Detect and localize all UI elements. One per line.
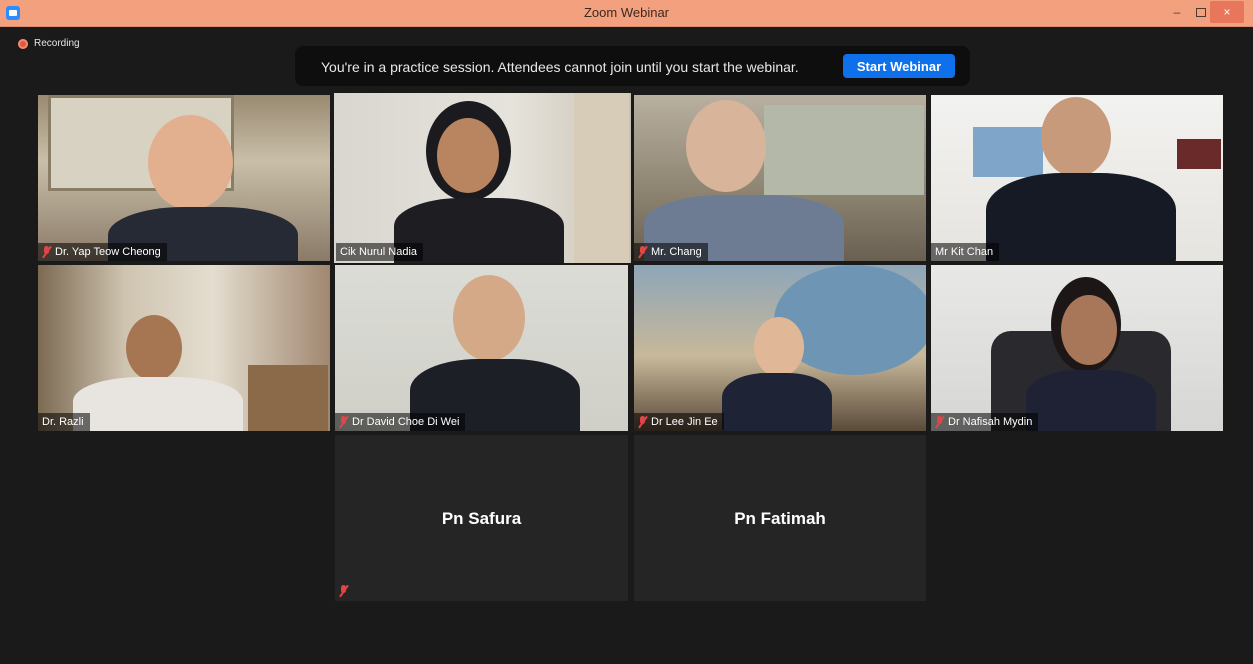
person-head [126,315,182,381]
video-tile-no-video[interactable]: Pn Safura [335,435,628,601]
mic-muted-icon [638,246,647,258]
video-feed [334,93,631,263]
participant-nameplate: Cik Nurul Nadia [336,243,424,261]
participant-name: Dr Lee Jin Ee [651,416,718,428]
practice-session-banner: You're in a practice session. Attendees … [295,46,970,86]
participant-name: Pn Safura [441,509,522,528]
cabinet [248,365,328,431]
video-feed [38,95,330,261]
participant-nameplate: Dr. Razli [38,413,90,431]
participant-nameplate: Dr Lee Jin Ee [634,413,724,431]
painting [764,105,924,195]
video-feed [931,95,1223,261]
mic-muted-icon [339,585,348,597]
person-head [437,118,499,193]
close-icon: × [1223,5,1231,19]
person-body [73,377,243,431]
recording-indicator[interactable]: Recording [18,38,80,49]
mic-muted-icon [42,246,51,258]
window-title: Zoom Webinar [583,5,669,20]
person-body [986,173,1176,261]
video-tile-active-speaker[interactable]: Cik Nurul Nadia [334,93,631,263]
video-feed [634,95,926,261]
door [574,93,629,263]
person-head [754,317,804,377]
banner-message: You're in a practice session. Attendees … [321,59,799,75]
video-tile[interactable]: Dr Lee Jin Ee [634,265,926,431]
video-feed [38,265,330,431]
minimize-icon: – [1173,5,1181,19]
person-body [1026,370,1156,431]
video-feed [931,265,1223,431]
mic-muted-icon [339,416,348,428]
recording-icon [18,38,28,49]
person-body [722,373,832,431]
participant-nameplate: Dr. Yap Teow Cheong [38,243,167,261]
close-button[interactable]: × [1210,1,1244,23]
video-tile[interactable]: Dr. Razli [38,265,330,431]
video-tile[interactable]: Mr. Chang [634,95,926,261]
start-webinar-button[interactable]: Start Webinar [843,54,955,78]
participant-name: Mr Kit Chan [935,246,994,258]
person-head [453,275,525,361]
video-tile[interactable]: Dr Nafisah Mydin [931,265,1223,431]
participant-nameplate: Mr. Chang [634,243,708,261]
frame [1177,139,1221,169]
restore-icon [1196,7,1206,17]
video-tile[interactable]: Dr. Yap Teow Cheong [38,95,330,261]
mic-muted-icon [935,416,944,428]
window-titlebar: Zoom Webinar – × [0,0,1253,27]
participant-name: Dr Nafisah Mydin [948,416,1033,428]
person-head [1041,97,1111,177]
person-head [148,115,233,210]
participant-name: Cik Nurul Nadia [340,246,418,258]
person-head [686,100,766,192]
participant-nameplate: Mr Kit Chan [931,243,1000,261]
participant-name: Pn Fatimah [734,509,826,528]
participant-name: Dr. Razli [42,416,84,428]
person-head [1061,295,1117,365]
world-map [973,127,1043,177]
participant-name: Dr David Choe Di Wei [352,416,460,428]
video-feed [634,265,926,431]
participant-nameplate: Dr Nafisah Mydin [931,413,1039,431]
video-feed [335,265,628,431]
participant-nameplate: Dr David Choe Di Wei [335,413,466,431]
participant-name: Mr. Chang [651,246,702,258]
video-tile[interactable]: Mr Kit Chan [931,95,1223,261]
participant-name: Dr. Yap Teow Cheong [55,246,161,258]
mic-muted-icon [638,416,647,428]
video-tile-no-video[interactable]: Pn Fatimah [634,435,926,601]
recording-label: Recording [34,38,80,49]
video-tile[interactable]: Dr David Choe Di Wei [335,265,628,431]
